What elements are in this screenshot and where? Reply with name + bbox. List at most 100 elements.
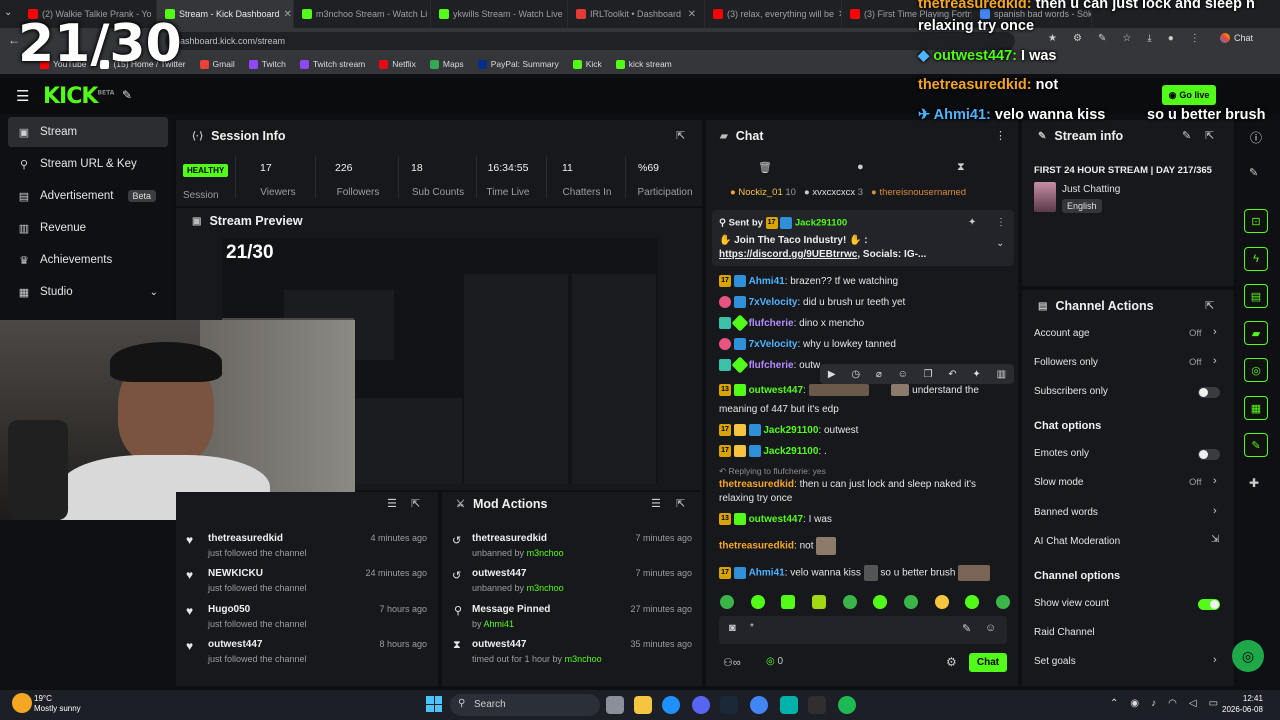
trash-icon[interactable]: 🗑︎ <box>758 161 772 174</box>
subscribers-only-toggle[interactable] <box>1198 387 1220 398</box>
banned-words-label[interactable]: Banned words <box>1034 507 1098 518</box>
emote-icon[interactable] <box>811 595 826 609</box>
bookmark-twitch-stream[interactable]: Twitch stream <box>299 59 365 69</box>
spotify-icon[interactable] <box>838 696 856 714</box>
popout-icon[interactable]: ⇱ <box>1205 299 1214 312</box>
tab-2[interactable]: m3nchoo Stream - Watch Li✕ <box>294 0 431 28</box>
rail-button-layout[interactable]: ▦ <box>1244 396 1268 420</box>
wifi-icon[interactable]: ◠ <box>1168 698 1177 709</box>
emote-icon[interactable] <box>720 595 734 609</box>
unpin-icon[interactable]: ✦ <box>968 217 976 228</box>
pencil-icon[interactable]: ✎ <box>1249 166 1258 179</box>
avatar[interactable]: ● <box>1168 33 1174 44</box>
mic-icon[interactable]: ♪ <box>1151 698 1156 709</box>
windows-start-icon[interactable] <box>426 696 442 712</box>
show-view-count-toggle[interactable] <box>1198 599 1220 610</box>
emote-icon[interactable] <box>934 595 949 609</box>
trash-icon[interactable]: ▥ <box>997 369 1006 380</box>
sidebar-item-achievements[interactable]: ♛ Achievements <box>8 245 168 275</box>
close-icon[interactable]: ✕ <box>688 9 696 20</box>
chat-message[interactable]: 7xVelocity: did u brush ur teeth yet <box>719 296 1009 309</box>
network-icon[interactable]: ◉ <box>1130 698 1139 709</box>
gifter-2[interactable]: ● xvxcxcxcx 3 <box>804 187 863 198</box>
category-name[interactable]: Just Chatting <box>1062 184 1120 195</box>
emote-icon[interactable] <box>750 595 765 609</box>
menu-icon[interactable]: ⋮ <box>1190 33 1200 44</box>
sidebar-item-stream[interactable]: ▣ Stream <box>8 117 168 147</box>
pin-icon[interactable]: ✦ <box>972 369 980 380</box>
chat-message[interactable]: 17 Jack291100: outwest <box>719 424 1009 437</box>
kebab-menu-icon[interactable]: ⋮ <box>996 217 1006 228</box>
rail-button-tools[interactable]: ✎ <box>1244 433 1268 457</box>
popout-icon[interactable]: ⇱ <box>676 497 685 510</box>
chat-message[interactable]: 13 outwest447: I was <box>719 513 1009 526</box>
obs-icon[interactable] <box>808 696 826 714</box>
command-icon[interactable]: ✎ <box>962 622 971 635</box>
weather-widget[interactable]: 19°C Mostly sunny <box>34 694 81 714</box>
bookmark-kick[interactable]: Kick <box>572 59 602 69</box>
rail-button-chat[interactable]: ▰ <box>1244 321 1268 345</box>
info-icon[interactable]: ⓘ <box>1250 129 1262 146</box>
chat-message[interactable]: 17 Jack291100: . <box>719 445 1009 458</box>
reply-icon[interactable]: ↶ <box>948 369 956 380</box>
emoji-icon[interactable]: ☺ <box>898 369 908 380</box>
rail-button-doc[interactable]: ▤ <box>1244 284 1268 308</box>
browser-chat-button[interactable]: Chat <box>1220 33 1253 43</box>
emote-icon[interactable] <box>781 595 796 609</box>
sidebar-item-studio[interactable]: ▦ Studio ⌄ <box>8 277 168 307</box>
chat-message[interactable]: flufcherie: dino x mencho <box>719 314 1009 332</box>
chat-message[interactable]: 17 Ahmi41: velo wanna kiss so u better b… <box>719 565 1009 581</box>
bookmark-paypal[interactable]: PayPal: Summary <box>477 59 559 69</box>
chevron-right-icon[interactable]: › <box>1213 475 1217 487</box>
taskbar-search[interactable]: Search <box>450 694 600 716</box>
speech-icon[interactable]: ● <box>857 161 864 173</box>
add-widget-icon[interactable]: ✚ <box>1249 476 1259 490</box>
tab-menu-icon[interactable]: ⌄ <box>4 7 12 18</box>
emoji-icon[interactable]: ☺ <box>985 622 996 634</box>
close-icon[interactable]: ✕ <box>284 9 292 20</box>
go-live-button[interactable]: ◉ Go live <box>1162 85 1216 105</box>
star-icon[interactable]: ★ <box>1048 33 1057 44</box>
bookmark-netflix[interactable]: Netflix <box>379 59 416 69</box>
popout-icon[interactable]: ⇱ <box>411 497 420 510</box>
chevron-up-icon[interactable]: ⌃ <box>1110 698 1118 709</box>
hamburger-icon[interactable]: ☰ <box>16 87 29 105</box>
emote-icon[interactable] <box>842 595 857 609</box>
bookmark-twitch[interactable]: Twitch <box>248 59 286 69</box>
sidebar-item-stream-url[interactable]: ⚲ Stream URL & Key <box>8 149 168 179</box>
rail-button-flash[interactable]: ϟ <box>1244 247 1268 271</box>
rail-button-camera[interactable]: ⊡ <box>1244 209 1268 233</box>
chat-message[interactable]: 7xVelocity: why u lowkey tanned <box>719 338 1009 351</box>
task-view-icon[interactable] <box>606 696 624 714</box>
download-icon[interactable]: ⤓ <box>1147 33 1151 44</box>
steam-icon[interactable] <box>720 696 738 714</box>
rail-button-broadcast[interactable]: ◎ <box>1244 358 1268 382</box>
chat-message[interactable]: thetreasuredkid: not <box>719 537 1009 555</box>
popout-icon[interactable]: ⇱ <box>1205 129 1214 142</box>
url-input[interactable]: dashboard.kick.com/stream <box>165 32 1015 50</box>
app-icon[interactable] <box>780 696 798 714</box>
emote-icon[interactable] <box>903 595 918 609</box>
sidebar-item-revenue[interactable]: ▥ Revenue <box>8 213 168 243</box>
hourglass-icon[interactable]: ⧗ <box>957 161 965 174</box>
bookmark-icon[interactable]: ☆ <box>1122 33 1131 44</box>
kebab-menu-icon[interactable]: ⋮ <box>995 129 1006 142</box>
play-icon[interactable]: ▶ <box>828 369 836 380</box>
explorer-icon[interactable] <box>634 696 652 714</box>
filter-icon[interactable]: ☰ <box>651 497 661 510</box>
extension-icon[interactable]: ⚙ <box>1073 33 1082 44</box>
chrome-icon[interactable] <box>750 696 768 714</box>
emote-icon[interactable] <box>965 595 980 609</box>
clock-icon[interactable]: ◷ <box>851 369 860 380</box>
kick-logo[interactable]: KICKBETA <box>43 84 114 109</box>
bookmark-maps[interactable]: Maps <box>429 59 464 69</box>
slash-icon[interactable]: ⌀ <box>876 369 882 380</box>
gifter-1[interactable]: ● Nockiz_01 10 <box>730 187 796 198</box>
emotes-only-toggle[interactable] <box>1198 449 1220 460</box>
edit-icon[interactable]: ✎ <box>1098 33 1106 44</box>
chat-message[interactable]: 13 outwest447: understand the <box>719 384 1009 397</box>
popout-icon[interactable]: ⇱ <box>676 129 685 142</box>
send-chat-button[interactable]: Chat <box>969 653 1007 672</box>
external-link-icon[interactable]: ⇲ <box>1211 534 1219 545</box>
tab-4[interactable]: IRLToolkit • Dashboard ✕ <box>568 0 705 28</box>
